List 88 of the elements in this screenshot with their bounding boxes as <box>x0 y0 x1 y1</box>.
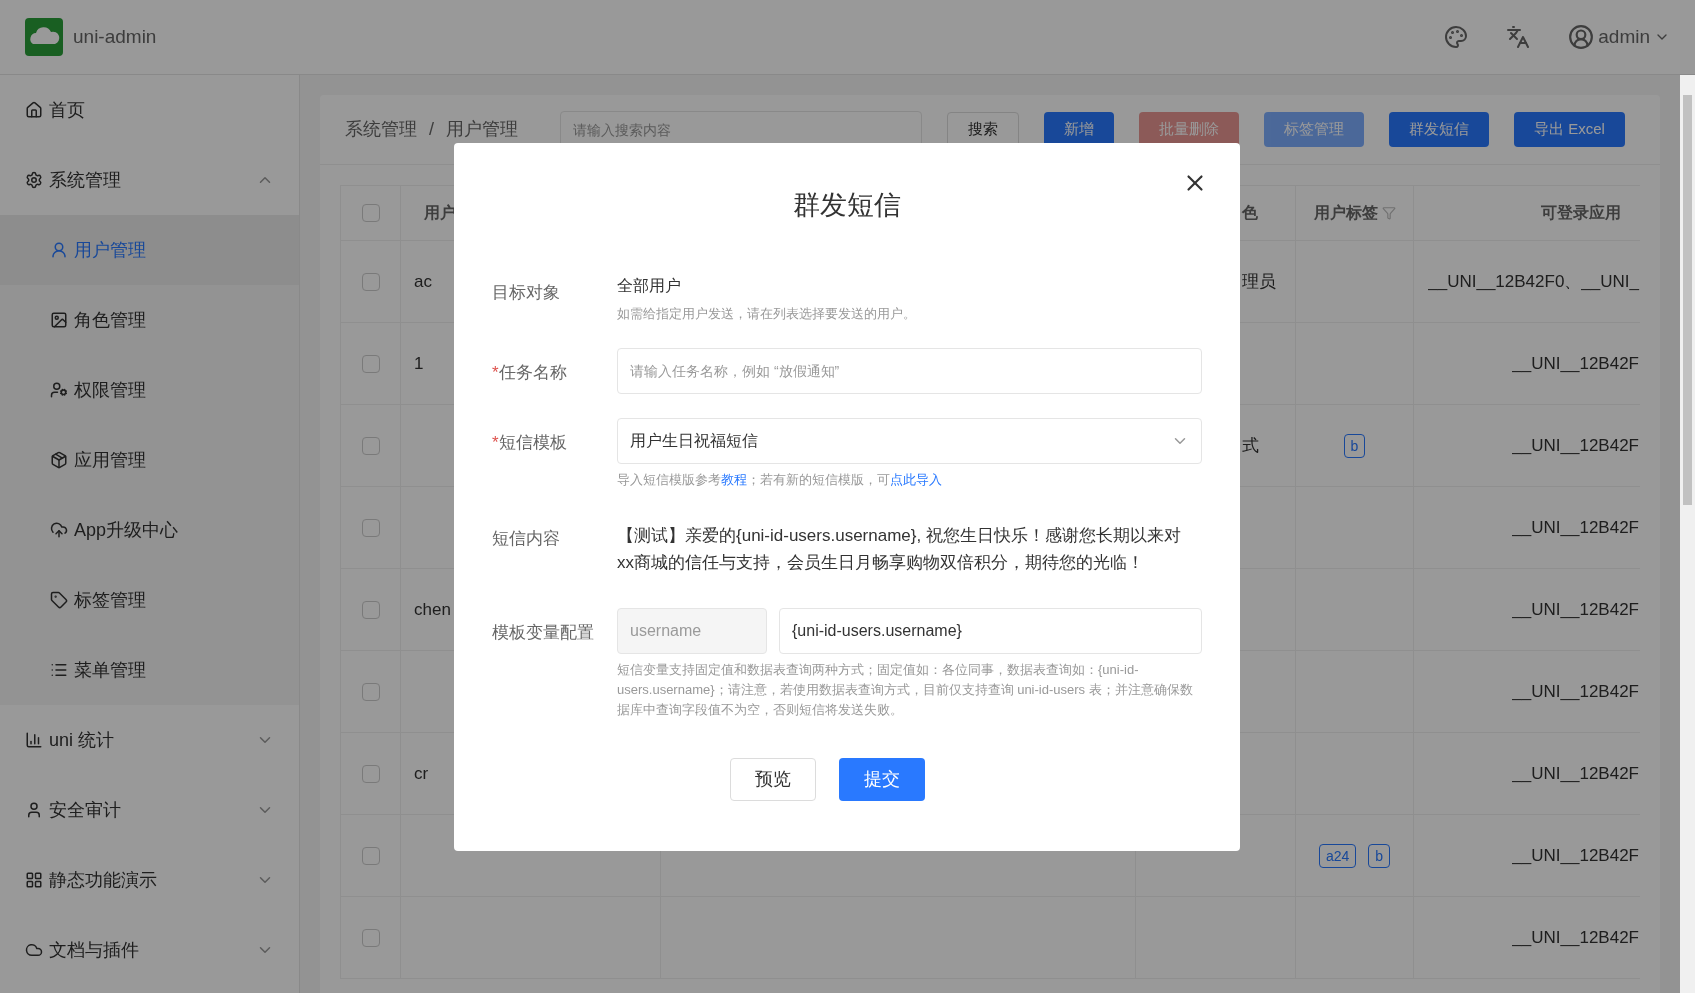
task-name-input[interactable]: 请输入任务名称，例如 “放假通知” <box>617 348 1202 394</box>
checkbox[interactable] <box>361 204 380 222</box>
field-hint: 短信变量支持固定值和数据表查询两种方式；固定值如：各位同事，数据表查询如：{uni-id-users.username}；请注意，若使用数据表查询方式，目前仅支持查询 uni-id-users 表；并注意确保数据库中查询字段值不为空，否则短信将发送失败。 <box>617 661 1194 719</box>
user-menu[interactable]: admin <box>1568 22 1670 52</box>
table-cell-text: cr <box>414 762 429 785</box>
bar-chart-icon <box>25 731 43 749</box>
table-cell-text: __UNI__12B42F0、__UNI_ <box>1428 270 1639 293</box>
table-cell-text: __UNI__12B42F <box>1512 516 1639 539</box>
toolbar-button[interactable]: 群发短信 <box>1389 112 1489 147</box>
tag: b <box>1343 433 1366 458</box>
submenu-item[interactable]: 应用管理 <box>0 425 299 495</box>
image-icon <box>50 311 68 329</box>
sidebar-item[interactable]: 文档与插件 <box>0 915 299 985</box>
app-name: uni-admin <box>73 24 157 49</box>
sms-content: 【测试】亲爱的{uni-id-users.username}, 祝您生日快乐！感谢您长期以来对xx商城的信任与支持，会员生日月畅享购物双倍积分，期待您的光临！ <box>617 525 1182 574</box>
hint-link[interactable]: 点此导入 <box>890 472 942 487</box>
checkbox[interactable] <box>361 436 380 455</box>
gear-icon <box>25 171 43 189</box>
checkbox[interactable] <box>361 518 380 537</box>
table-cell-text: 1 <box>414 352 424 375</box>
list-icon <box>50 661 68 679</box>
table-cell-text: __UNI__12B42F <box>1512 352 1639 375</box>
variable-value-input[interactable]: {uni-id-users.username} <box>779 608 1202 654</box>
dialog-button[interactable]: 预览 <box>729 758 816 801</box>
submenu-item[interactable]: 标签管理 <box>0 565 299 635</box>
logo-icon <box>25 18 63 56</box>
tag-icon <box>50 591 68 609</box>
table-cell-text: 式 <box>1242 434 1259 457</box>
field-hint: 导入短信模版参考教程；若有新的短信模版，可点此导入 <box>617 471 943 489</box>
grid-icon <box>25 871 43 889</box>
column-header: 色 <box>1242 203 1258 223</box>
dialog-button[interactable]: 提交 <box>838 758 925 801</box>
submenu-item[interactable]: 菜单管理 <box>0 635 299 705</box>
checkbox[interactable] <box>361 764 380 783</box>
submenu-item[interactable]: 角色管理 <box>0 285 299 355</box>
sidebar-item[interactable]: 安全审计 <box>0 775 299 845</box>
sidebar-item[interactable]: 系统管理 <box>0 145 299 215</box>
table-cell-text: __UNI__12B42F <box>1512 762 1639 785</box>
toolbar-button[interactable]: 导出 Excel <box>1514 112 1625 147</box>
sidebar-item[interactable]: 静态功能演示 <box>0 845 299 915</box>
checkbox[interactable] <box>361 354 380 373</box>
cloud-upload-icon <box>50 521 68 539</box>
table-cell-text: __UNI__12B42F <box>1512 598 1639 621</box>
dialog-title: 群发短信 <box>793 189 901 223</box>
field-label: 任务名称 <box>498 362 567 384</box>
field-label: 短信模板 <box>498 432 567 454</box>
field-hint: 如需给指定用户发送，请在列表选择要发送的用户。 <box>617 305 917 323</box>
table-cell-text: ac <box>414 270 432 293</box>
checkbox[interactable] <box>361 600 380 619</box>
submenu-item[interactable]: 权限管理 <box>0 355 299 425</box>
hint-link[interactable]: 教程 <box>721 472 747 487</box>
box-icon <box>50 451 68 469</box>
checkbox[interactable] <box>361 846 380 865</box>
sidebar-item[interactable]: uni 统计 <box>0 705 299 775</box>
table-cell-text: __UNI__12B42F <box>1512 680 1639 703</box>
table-cell-text: __UNI__12B42F <box>1512 844 1639 867</box>
breadcrumb-separator: / <box>429 118 434 141</box>
palette-icon[interactable] <box>1444 25 1469 49</box>
cloud-icon <box>25 941 43 959</box>
checkbox[interactable] <box>361 682 380 701</box>
table-cell-text: __UNI__12B42F <box>1512 926 1639 949</box>
column-header: 用户标签 <box>1313 203 1378 223</box>
field-value: 全部用户 <box>617 276 682 296</box>
template-select[interactable]: 用户生日祝福短信 <box>617 418 1202 464</box>
table-cell-text: 理员 <box>1242 270 1276 293</box>
table-cell-text: chen <box>414 598 451 621</box>
field-label: 目标对象 <box>492 282 560 304</box>
required-mark: * <box>492 362 499 384</box>
person-icon <box>50 241 68 259</box>
field-label: 模板变量配置 <box>492 622 594 644</box>
avatar-icon <box>1568 24 1595 50</box>
sidebar-item[interactable]: 首页 <box>0 75 299 145</box>
filter-icon[interactable] <box>1381 206 1396 220</box>
column-header: 可登录应用 <box>1541 203 1621 223</box>
translate-icon[interactable] <box>1506 25 1531 49</box>
breadcrumb-link[interactable]: 用户管理 <box>446 116 518 143</box>
field-label: 短信内容 <box>492 528 560 550</box>
checkbox[interactable] <box>361 272 380 291</box>
home-icon <box>25 101 43 119</box>
person-gear-icon <box>50 381 68 399</box>
required-mark: * <box>492 432 499 454</box>
breadcrumb-link[interactable]: 系统管理 <box>345 116 417 143</box>
table-cell-text: __UNI__12B42F <box>1512 434 1639 457</box>
person-icon <box>25 801 43 819</box>
tag: b <box>1368 843 1391 868</box>
checkbox[interactable] <box>361 928 380 947</box>
submenu-item[interactable]: App升级中心 <box>0 495 299 565</box>
tag: a24 <box>1318 843 1357 868</box>
